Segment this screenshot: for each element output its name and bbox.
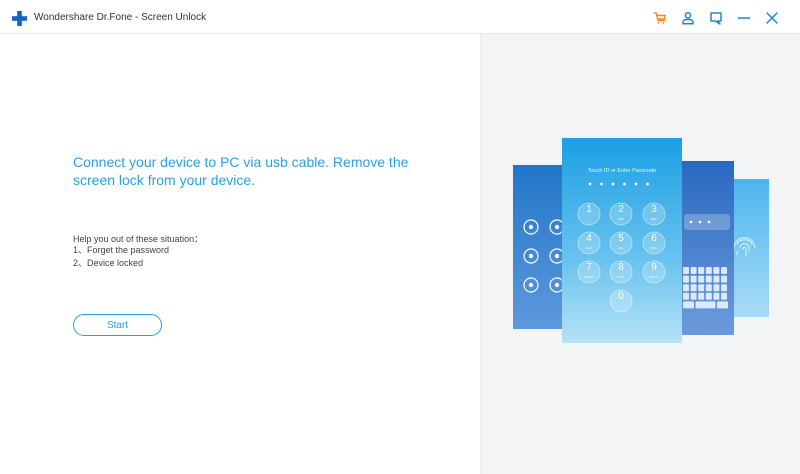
keypad-key-7: 7 bbox=[586, 262, 592, 273]
keypad-key-2: 2 bbox=[618, 204, 624, 215]
page-headline: Connect your device to PC via usb cable.… bbox=[73, 154, 409, 188]
keypad-key-4: 4 bbox=[586, 233, 592, 244]
content-pane bbox=[0, 34, 480, 474]
help-item-device-locked: 2、Device locked bbox=[73, 258, 144, 268]
minimize-icon bbox=[738, 17, 750, 19]
keypad-key-8: 8 bbox=[618, 262, 624, 273]
feedback-button[interactable] bbox=[707, 9, 725, 27]
help-item-forget-password: 1、Forget the password bbox=[73, 245, 170, 255]
account-button[interactable] bbox=[679, 9, 697, 27]
minimize-button[interactable] bbox=[735, 9, 753, 27]
cart-button[interactable] bbox=[651, 9, 669, 27]
keypad-key-9: 9 bbox=[651, 262, 657, 273]
close-icon bbox=[766, 12, 778, 24]
start-button[interactable]: Start bbox=[73, 314, 162, 336]
cart-icon bbox=[653, 12, 666, 24]
keypad-key-6: 6 bbox=[651, 233, 657, 244]
keypad-letters-9: WXYZ bbox=[649, 275, 659, 279]
keypad-letters-2: ABC bbox=[617, 217, 625, 221]
illustration-pane bbox=[480, 34, 800, 474]
user-icon bbox=[682, 12, 694, 25]
passcode-prompt: Touch ID or Enter Passcode bbox=[587, 168, 657, 174]
window-title: Wondershare Dr.Fone - Screen Unlock bbox=[34, 12, 207, 23]
keypad-letters-4: GHI bbox=[586, 246, 592, 250]
keypad-letters-6: MNO bbox=[650, 246, 658, 250]
keypad-key-0: 0 bbox=[618, 291, 624, 302]
close-button[interactable] bbox=[763, 9, 781, 27]
feedback-icon bbox=[710, 12, 722, 25]
keypad-letters-3: DEF bbox=[650, 217, 658, 221]
keypad-key-1: 1 bbox=[586, 204, 592, 215]
keypad-key-5: 5 bbox=[618, 233, 624, 244]
title-bar: Wondershare Dr.Fone - Screen Unlock bbox=[0, 0, 800, 34]
help-list: 1、Forget the password 2、Device locked bbox=[73, 244, 169, 270]
keypad-letters-5: JKL bbox=[618, 246, 624, 250]
keypad-key-3: 3 bbox=[651, 204, 657, 215]
drfone-logo-icon bbox=[12, 11, 27, 26]
keypad-letters-7: PQRS bbox=[584, 275, 594, 279]
keypad-letters-8: TUV bbox=[617, 275, 625, 279]
